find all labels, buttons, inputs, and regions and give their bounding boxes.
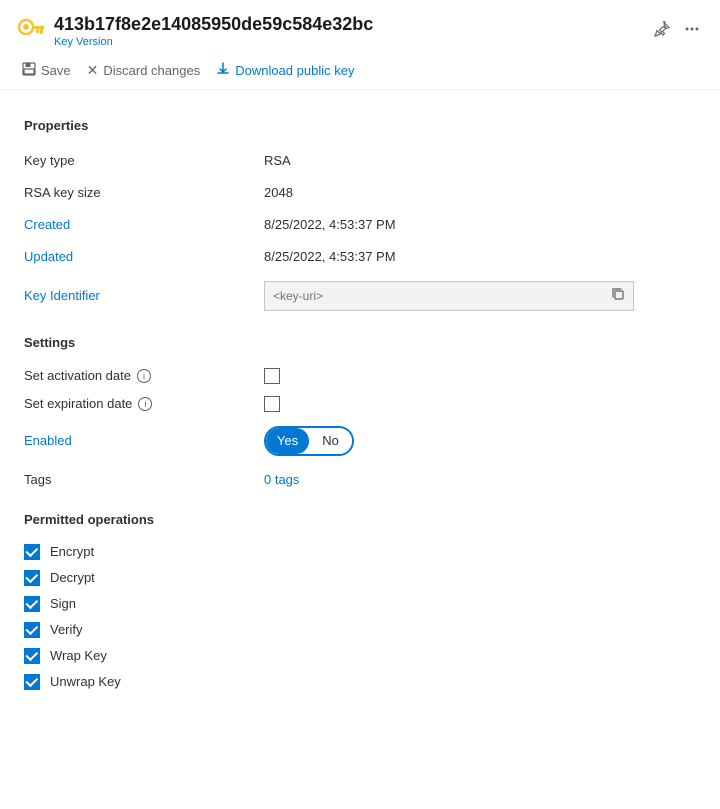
more-icon: [684, 21, 700, 37]
tags-row: Tags 0 tags: [24, 464, 696, 496]
wrap-key-row: Wrap Key: [24, 643, 696, 669]
activation-date-label: Set activation date i: [24, 368, 264, 383]
properties-heading: Properties: [24, 118, 696, 133]
save-button[interactable]: Save: [16, 58, 77, 83]
encrypt-row: Encrypt: [24, 539, 696, 565]
toggle-yes[interactable]: Yes: [266, 428, 309, 454]
key-identifier-input[interactable]: [273, 289, 605, 303]
updated-row: Updated 8/25/2022, 4:53:37 PM: [24, 241, 696, 273]
expiration-info-icon[interactable]: i: [138, 397, 152, 411]
updated-value: 8/25/2022, 4:53:37 PM: [264, 249, 396, 264]
expiration-date-label: Set expiration date i: [24, 396, 264, 411]
toolbar: Save ✕ Discard changes Download public k…: [0, 52, 720, 90]
encrypt-checkbox[interactable]: [24, 544, 40, 560]
settings-section: Settings Set activation date i Set expir…: [24, 335, 696, 496]
header-title-block: 413b17f8e2e14085950de59c584e32bc Key Ver…: [54, 14, 640, 48]
activation-date-checkbox[interactable]: [264, 368, 280, 384]
copy-icon: [611, 287, 625, 301]
updated-label: Updated: [24, 249, 264, 264]
permitted-operations-section: Permitted operations Encrypt Decrypt Sig…: [24, 512, 696, 695]
pin-button[interactable]: [650, 19, 674, 43]
sign-checkbox[interactable]: [24, 596, 40, 612]
key-type-row: Key type RSA: [24, 145, 696, 177]
expiration-date-text: Set expiration date: [24, 396, 132, 411]
unwrap-key-checkbox[interactable]: [24, 674, 40, 690]
page-header: 413b17f8e2e14085950de59c584e32bc Key Ver…: [0, 0, 720, 52]
key-identifier-container: [264, 281, 634, 311]
enabled-label: Enabled: [24, 433, 264, 448]
sign-label: Sign: [50, 596, 76, 611]
save-label: Save: [41, 63, 71, 78]
verify-checkbox[interactable]: [24, 622, 40, 638]
wrap-key-checkbox[interactable]: [24, 648, 40, 664]
encrypt-label: Encrypt: [50, 544, 94, 559]
key-type-label: Key type: [24, 153, 264, 168]
unwrap-key-label: Unwrap Key: [50, 674, 121, 689]
tags-label: Tags: [24, 472, 264, 487]
save-icon: [22, 62, 36, 79]
activation-date-text: Set activation date: [24, 368, 131, 383]
unwrap-key-row: Unwrap Key: [24, 669, 696, 695]
rsa-key-size-value: 2048: [264, 185, 293, 200]
created-value: 8/25/2022, 4:53:37 PM: [264, 217, 396, 232]
key-type-value: RSA: [264, 153, 291, 168]
verify-label: Verify: [50, 622, 83, 637]
download-public-key-button[interactable]: Download public key: [210, 58, 360, 83]
rsa-key-size-label: RSA key size: [24, 185, 264, 200]
decrypt-checkbox[interactable]: [24, 570, 40, 586]
close-icon: ✕: [87, 62, 99, 79]
tags-link[interactable]: 0 tags: [264, 472, 299, 487]
content-area: Properties Key type RSA RSA key size 204…: [0, 90, 720, 715]
sign-row: Sign: [24, 591, 696, 617]
download-label: Download public key: [235, 63, 354, 78]
expiration-date-row: Set expiration date i: [24, 390, 696, 418]
key-identifier-row: Key Identifier: [24, 273, 696, 319]
header-actions: [650, 19, 704, 43]
discard-button[interactable]: ✕ Discard changes: [81, 58, 207, 83]
download-icon: [216, 62, 230, 79]
verify-row: Verify: [24, 617, 696, 643]
pin-icon: [654, 21, 670, 37]
decrypt-label: Decrypt: [50, 570, 95, 585]
page-title: 413b17f8e2e14085950de59c584e32bc: [54, 14, 640, 36]
settings-heading: Settings: [24, 335, 696, 350]
enabled-toggle[interactable]: Yes No: [264, 426, 354, 456]
toggle-no[interactable]: No: [309, 428, 352, 454]
enabled-row: Enabled Yes No: [24, 418, 696, 464]
rsa-key-size-row: RSA key size 2048: [24, 177, 696, 209]
wrap-key-label: Wrap Key: [50, 648, 107, 663]
more-button[interactable]: [680, 19, 704, 43]
page-subtitle: Key Version: [54, 36, 640, 48]
discard-label: Discard changes: [103, 63, 200, 78]
key-icon: [16, 17, 44, 45]
created-label: Created: [24, 217, 264, 232]
key-identifier-label: Key Identifier: [24, 288, 264, 303]
decrypt-row: Decrypt: [24, 565, 696, 591]
copy-button[interactable]: [611, 287, 625, 304]
activation-info-icon[interactable]: i: [137, 369, 151, 383]
expiration-date-checkbox[interactable]: [264, 396, 280, 412]
activation-date-row: Set activation date i: [24, 362, 696, 390]
created-row: Created 8/25/2022, 4:53:37 PM: [24, 209, 696, 241]
permitted-operations-heading: Permitted operations: [24, 512, 696, 527]
